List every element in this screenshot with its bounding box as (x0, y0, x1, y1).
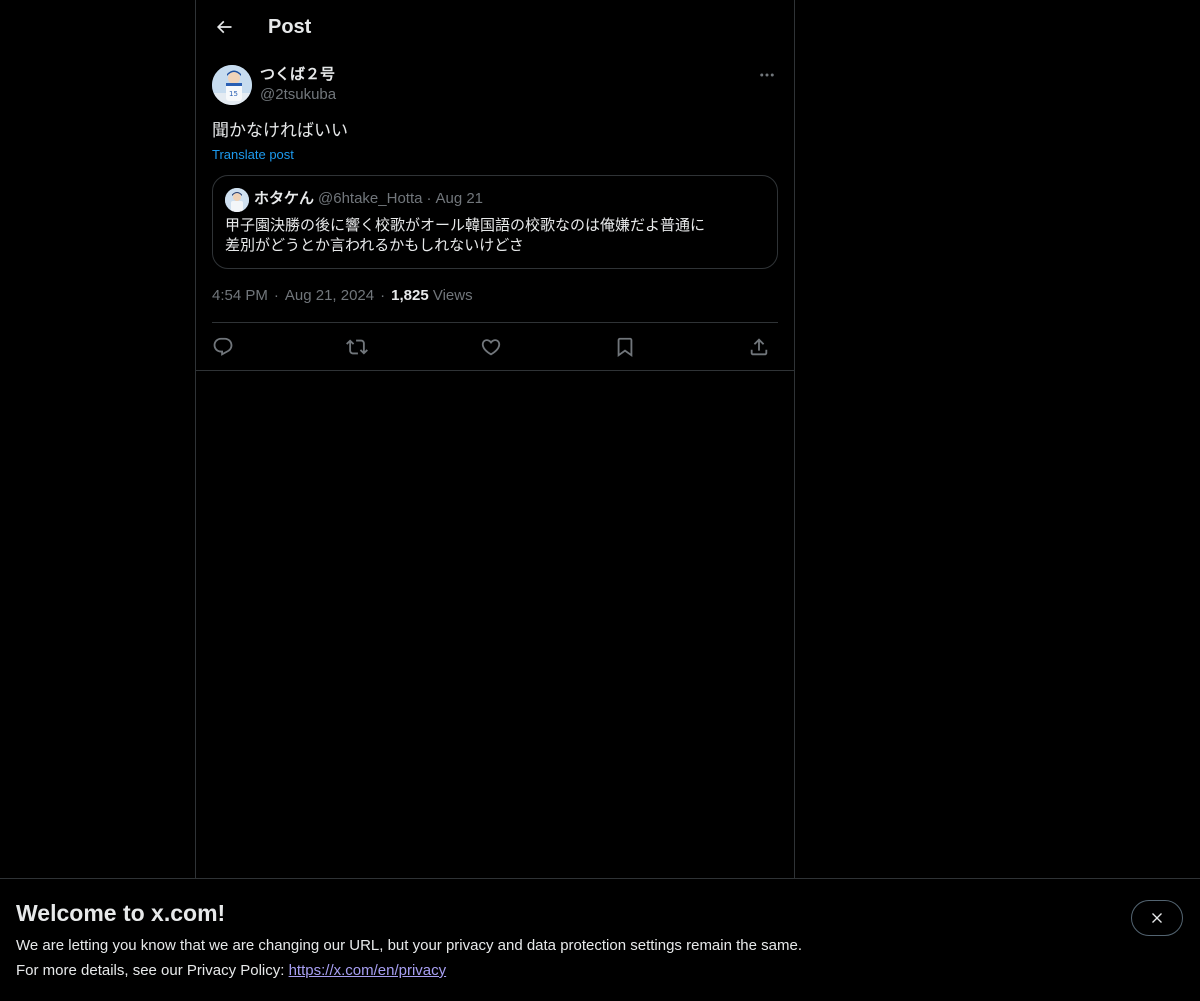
quoted-post[interactable]: ホタケん @6htake_Hotta · Aug 21 甲子園決勝の後に響く校歌がオー… (212, 175, 778, 269)
post-article: 15 つくば２号 @2tsukuba 聞かなければいい Translate po… (212, 64, 778, 358)
page-header: Post (196, 0, 794, 54)
close-icon (1152, 913, 1162, 923)
views-label: Views (432, 287, 473, 304)
banner-policy-line: For more details, see our Privacy Policy… (16, 961, 446, 981)
meta-separator: · (380, 287, 386, 304)
welcome-banner: Welcome to x.com! We are letting you kno… (0, 878, 1200, 1001)
bookmark-button[interactable] (610, 335, 640, 359)
action-bar (212, 322, 778, 371)
views-count: 1,825 (391, 287, 429, 304)
quote-separator: · (426, 190, 432, 207)
author-row: 15 つくば２号 @2tsukuba (212, 64, 778, 108)
like-button[interactable] (476, 335, 506, 359)
banner-title: Welcome to x.com! (16, 900, 226, 926)
repost-button[interactable] (342, 335, 372, 359)
post-time[interactable]: 4:54 PM (212, 287, 268, 304)
meta-separator: · (273, 287, 279, 304)
quote-author-handle: @6htake_Hotta (318, 190, 423, 207)
post-meta: 4:54 PM · Aug 21, 2024 · 1,825 Views (212, 286, 473, 306)
divider (196, 370, 794, 371)
reply-button[interactable] (208, 335, 238, 359)
back-button[interactable] (206, 9, 242, 45)
page-title: Post (268, 16, 312, 38)
quote-author-name: ホタケん (254, 190, 315, 207)
more-options-button[interactable] (756, 64, 778, 86)
post-date[interactable]: Aug 21, 2024 (285, 287, 374, 304)
bookmark-icon (617, 337, 633, 358)
author-name[interactable]: つくば２号 (260, 65, 335, 85)
more-icon (760, 73, 774, 77)
author-handle[interactable]: @2tsukuba (260, 85, 336, 105)
primary-column: Post 15 つくば２号 @2tsukuba 聞かなければいい Transla… (195, 0, 795, 1000)
reply-icon (213, 337, 233, 356)
avatar-image-icon: 15 (212, 65, 252, 105)
quote-avatar (225, 188, 249, 212)
translate-post-link[interactable]: Translate post (212, 146, 294, 164)
quote-text: 甲子園決勝の後に響く校歌がオール韓国語の校歌なのは俺嫌だよ普通に 差別がどうとか… (225, 216, 765, 256)
quote-avatar-image-icon (225, 188, 249, 212)
heart-icon (481, 339, 501, 356)
share-button[interactable] (744, 335, 774, 359)
quote-text-line: 甲子園決勝の後に響く校歌がオール韓国語の校歌なのは俺嫌だよ普通に (225, 217, 706, 234)
arrow-left-icon (216, 20, 232, 34)
banner-close-button[interactable] (1131, 900, 1183, 936)
banner-message: We are letting you know that we are chan… (16, 937, 802, 954)
repost-icon (346, 339, 368, 355)
share-icon (750, 338, 768, 356)
avatar[interactable]: 15 (212, 65, 252, 105)
quote-meta: ホタケん @6htake_Hotta · Aug 21 (254, 189, 483, 209)
post-text: 聞かなければいい (212, 121, 348, 140)
quote-text-line: 差別がどうとか言われるかもしれないけどさ (225, 237, 524, 254)
banner-policy-prefix: For more details, see our Privacy Policy… (16, 962, 289, 979)
svg-text:15: 15 (229, 90, 238, 98)
privacy-policy-link[interactable]: https://x.com/en/privacy (289, 962, 447, 979)
quote-date: Aug 21 (435, 190, 484, 207)
